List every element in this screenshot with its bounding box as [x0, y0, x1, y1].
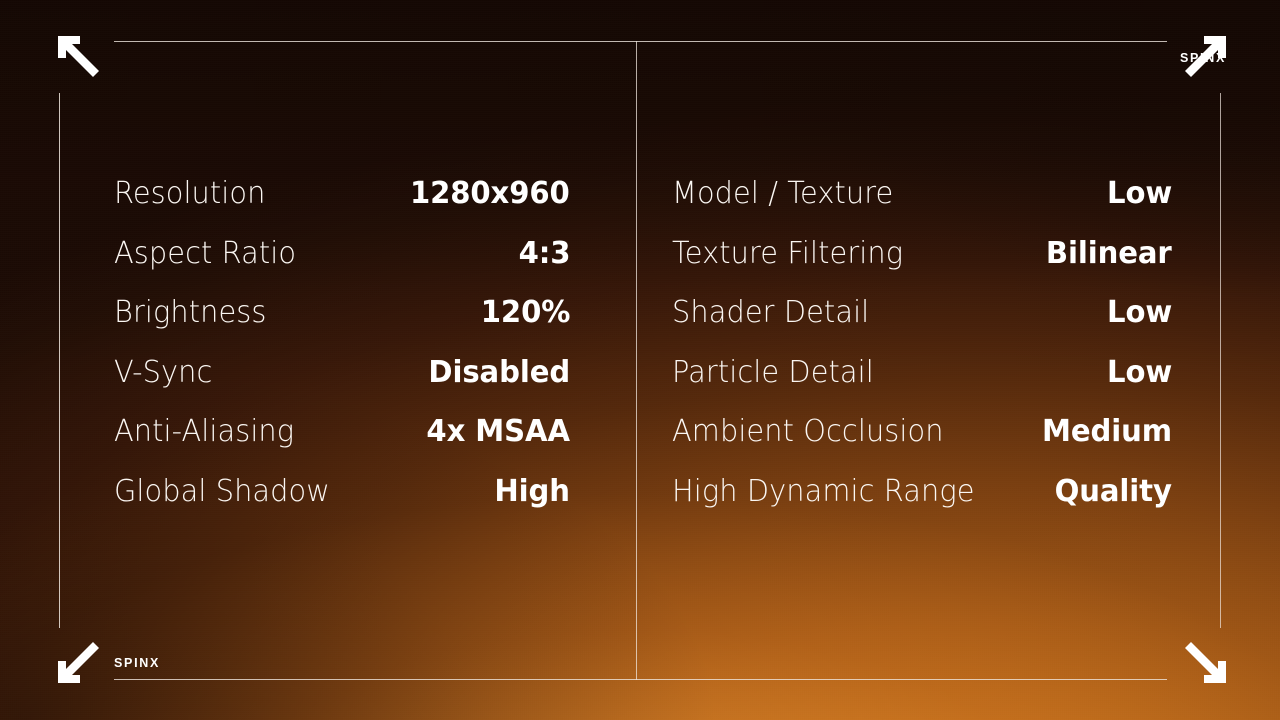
column-divider-line	[636, 41, 637, 680]
setting-value[interactable]: Medium	[1042, 414, 1172, 449]
setting-row[interactable]: Resolution 1280x960	[114, 176, 570, 236]
arrow-up-left-icon	[54, 32, 100, 78]
setting-label: Anti-Aliasing	[114, 414, 295, 449]
settings-column-left: Resolution 1280x960 Aspect Ratio 4:3 Bri…	[114, 176, 570, 533]
setting-row[interactable]: Shader Detail Low	[672, 295, 1172, 355]
setting-label: V-Sync	[114, 354, 213, 390]
frame-rule-bottom	[114, 679, 1167, 680]
setting-row[interactable]: Aspect Ratio 4:3	[114, 236, 570, 296]
setting-label: Resolution	[114, 176, 266, 211]
setting-label: Ambient Occlusion	[672, 414, 944, 449]
setting-row[interactable]: Ambient Occlusion Medium	[672, 414, 1172, 474]
setting-value[interactable]: Disabled	[428, 355, 570, 390]
setting-row[interactable]: V-Sync Disabled	[114, 355, 570, 415]
setting-row[interactable]: Particle Detail Low	[672, 355, 1172, 415]
setting-value[interactable]: 4:3	[518, 236, 570, 271]
frame-rule-left	[59, 93, 60, 628]
setting-value[interactable]: 1280x960	[410, 176, 570, 211]
brand-wordmark-top-right: SPINX	[1179, 51, 1226, 65]
setting-label: Brightness	[114, 295, 267, 330]
settings-screen: SPINX SPINX Resolution 1280x960 Aspect R…	[0, 0, 1280, 720]
setting-label: Aspect Ratio	[114, 235, 297, 271]
setting-row[interactable]: Anti-Aliasing 4x MSAA	[114, 414, 570, 474]
setting-label: Texture Filtering	[672, 235, 904, 271]
setting-value[interactable]: Low	[1107, 176, 1172, 211]
setting-value[interactable]: 120%	[480, 295, 570, 330]
settings-column-right: Model / Texture Low Texture Filtering Bi…	[672, 176, 1172, 533]
setting-row[interactable]: High Dynamic Range Quality	[672, 474, 1172, 534]
setting-value[interactable]: 4x MSAA	[427, 414, 571, 449]
setting-value[interactable]: Low	[1107, 295, 1172, 330]
setting-value[interactable]: Bilinear	[1046, 236, 1172, 271]
frame-rule-top	[114, 41, 1167, 42]
setting-row[interactable]: Texture Filtering Bilinear	[672, 236, 1172, 296]
arrow-down-left-icon	[54, 641, 100, 687]
setting-label: Model / Texture	[672, 176, 894, 211]
setting-row[interactable]: Brightness 120%	[114, 295, 570, 355]
setting-label: Shader Detail	[672, 295, 870, 330]
setting-value[interactable]: Quality	[1055, 474, 1172, 509]
setting-row[interactable]: Global Shadow High	[114, 474, 570, 534]
brand-wordmark-bottom-left: SPINX	[114, 656, 161, 670]
arrow-down-right-icon	[1184, 641, 1230, 687]
setting-row[interactable]: Model / Texture Low	[672, 176, 1172, 236]
frame-rule-right	[1220, 93, 1221, 628]
setting-value[interactable]: Low	[1107, 355, 1172, 390]
setting-label: High Dynamic Range	[672, 473, 975, 509]
setting-label: Particle Detail	[672, 354, 874, 390]
setting-label: Global Shadow	[114, 473, 330, 509]
setting-value[interactable]: High	[495, 474, 571, 509]
